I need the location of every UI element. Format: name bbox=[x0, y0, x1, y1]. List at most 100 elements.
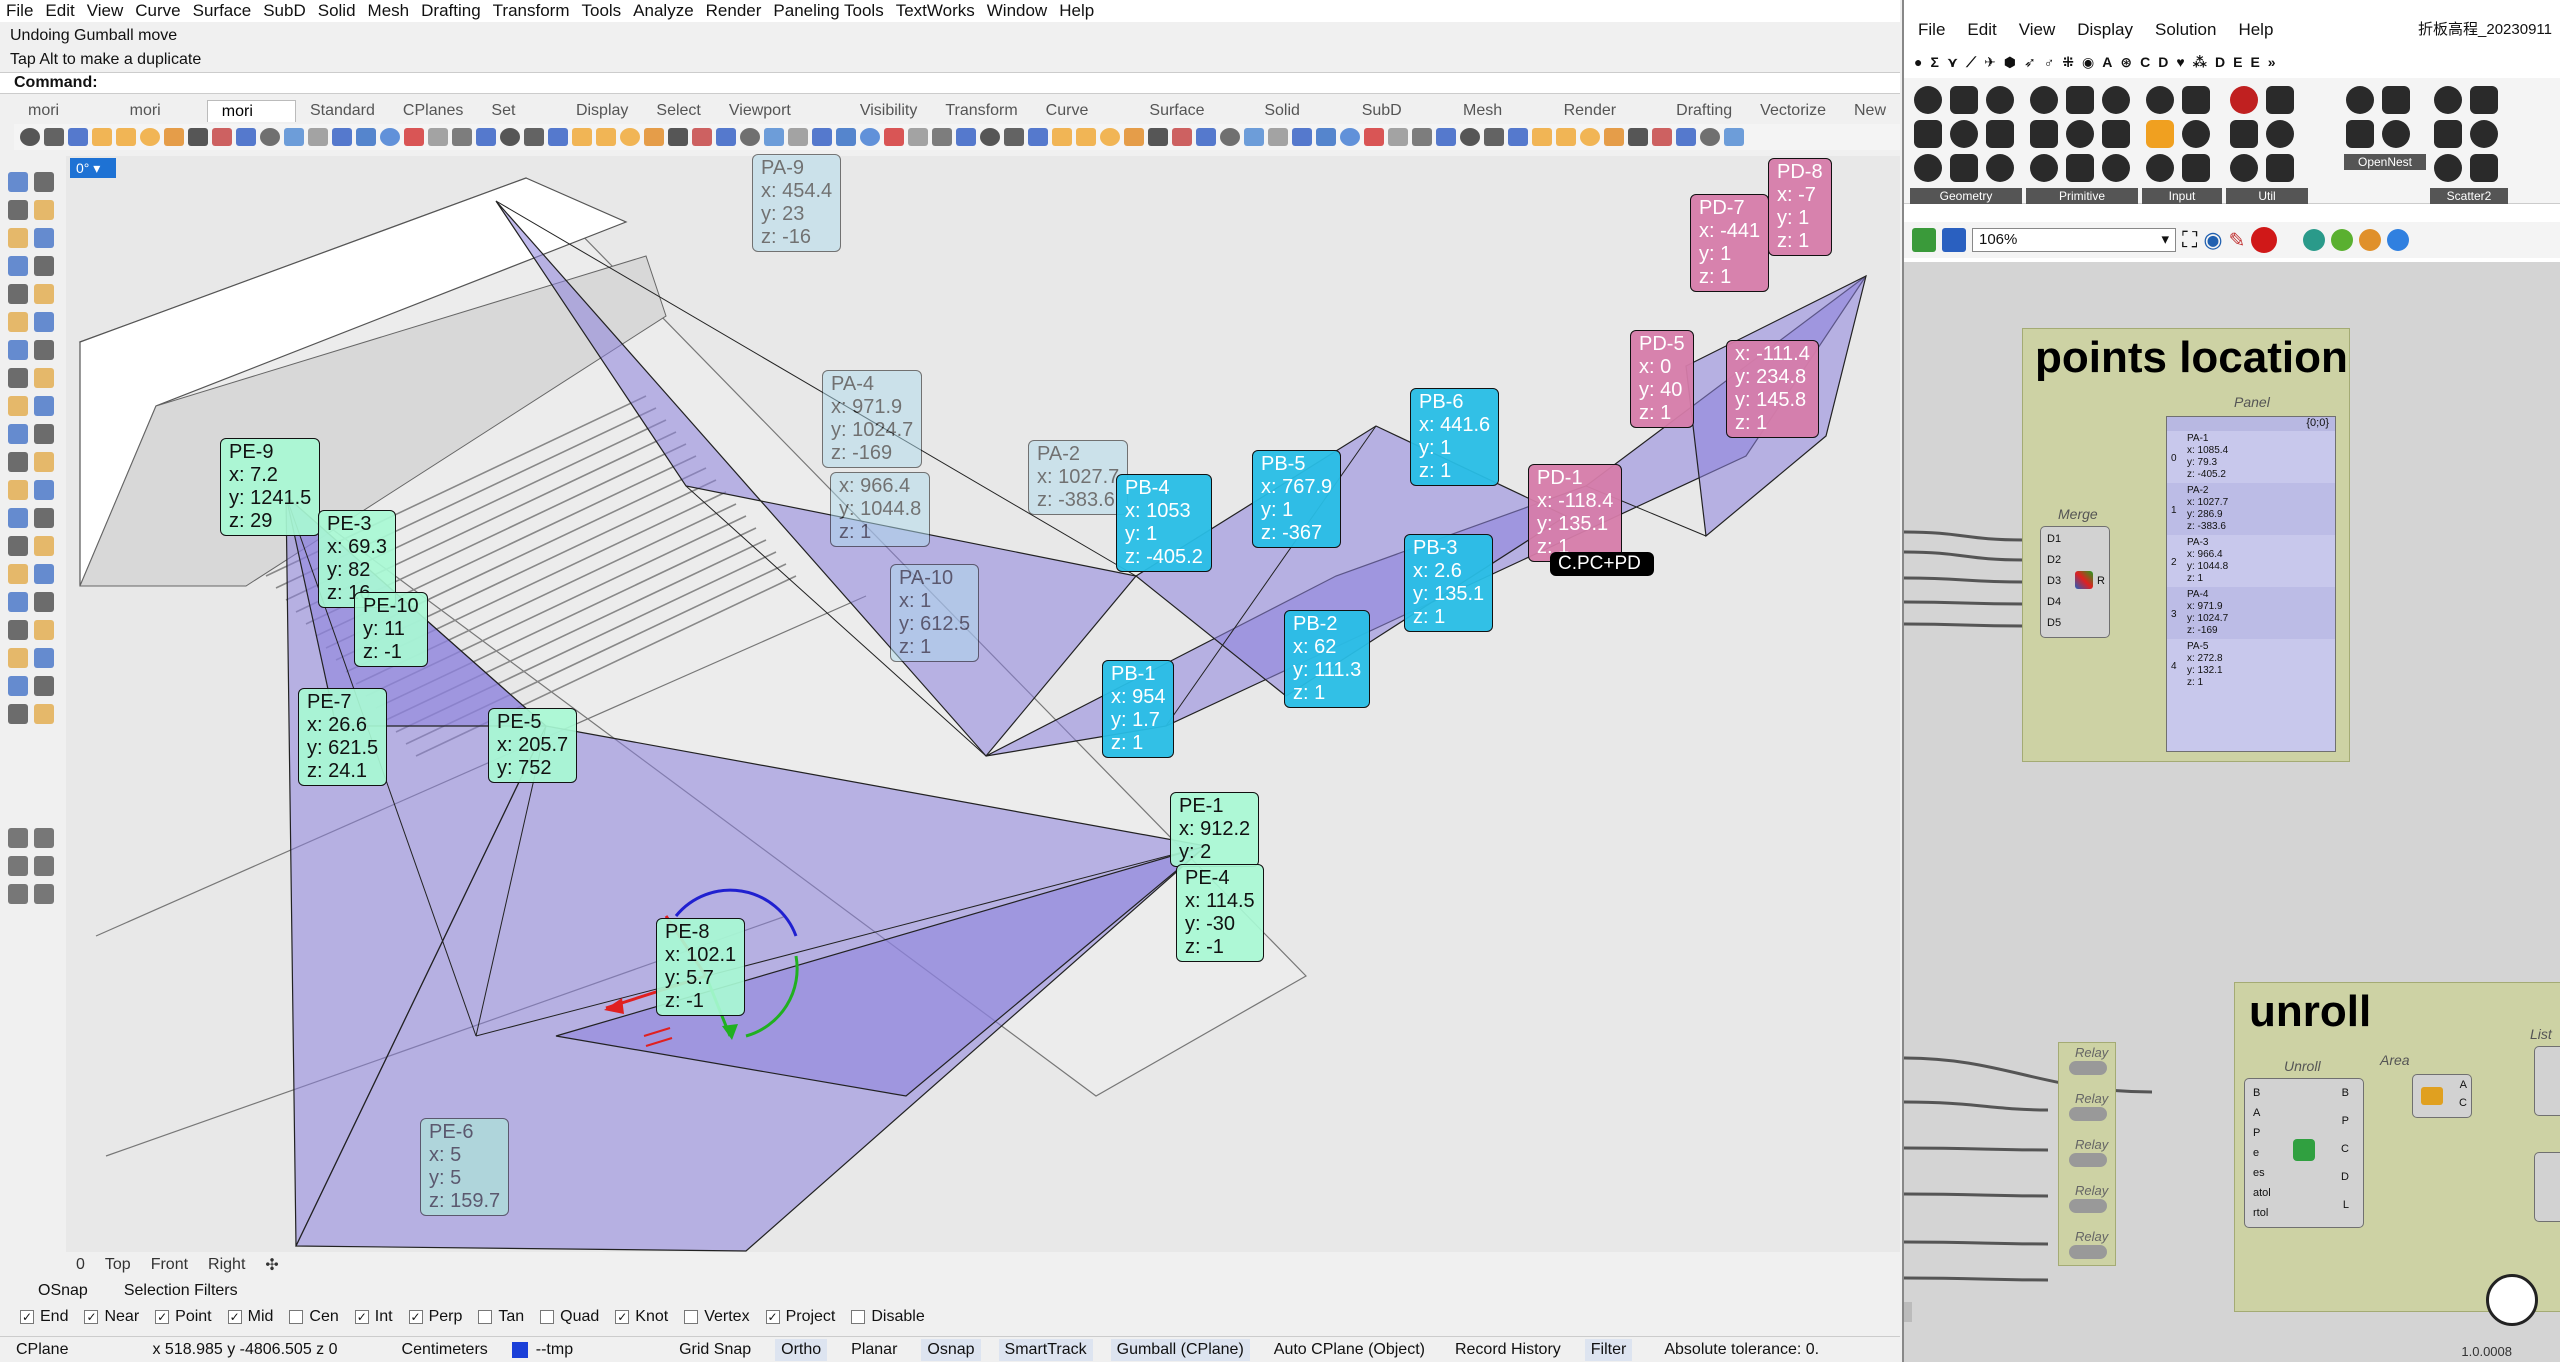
layer-swatch[interactable] bbox=[511, 1341, 528, 1358]
toolbar-tool-icon[interactable] bbox=[476, 128, 496, 146]
left-tool-icon[interactable] bbox=[8, 856, 28, 876]
unroll-input[interactable]: P bbox=[2253, 1127, 2260, 1139]
left-tool-icon[interactable] bbox=[34, 396, 54, 416]
palette-component-icon[interactable] bbox=[1914, 154, 1942, 182]
toolbar-tool-icon[interactable] bbox=[1316, 128, 1336, 146]
gh-menu-display[interactable]: Display bbox=[2077, 20, 2133, 40]
gh-menu-edit[interactable]: Edit bbox=[1967, 20, 1996, 40]
left-tool-icon[interactable] bbox=[34, 508, 54, 528]
toolbar-tool-icon[interactable] bbox=[284, 128, 304, 146]
osnap-mid[interactable]: ✓ Mid bbox=[227, 1308, 273, 1326]
palette-component-icon[interactable] bbox=[2066, 154, 2094, 182]
palette-component-icon[interactable] bbox=[2102, 86, 2130, 114]
toolbar-tool-icon[interactable] bbox=[404, 128, 424, 146]
palette-component-icon[interactable] bbox=[1986, 86, 2014, 114]
toolbar-tool-icon[interactable] bbox=[1556, 128, 1576, 146]
merge-input-d4[interactable]: D4 bbox=[2047, 596, 2061, 608]
preview-eye-icon[interactable]: ◉ bbox=[2203, 227, 2222, 253]
toolbar-tool-icon[interactable] bbox=[1196, 128, 1216, 146]
gh-category-tab[interactable]: ✈ bbox=[1984, 54, 1996, 71]
palette-component-icon[interactable] bbox=[2434, 154, 2462, 182]
point-label-pd[interactable]: PD-7 x: -441 y: 1 z: 1 bbox=[1690, 194, 1770, 292]
toolbar-tool-icon[interactable] bbox=[1724, 128, 1744, 146]
left-tool-icon[interactable] bbox=[8, 228, 28, 248]
left-tool-icon[interactable] bbox=[8, 256, 28, 276]
left-tool-icon[interactable] bbox=[8, 424, 28, 444]
gh-category-tab[interactable]: ♂ bbox=[2044, 54, 2055, 70]
palette-component-icon[interactable] bbox=[2470, 154, 2498, 182]
toolbar-tool-icon[interactable] bbox=[1244, 128, 1264, 146]
toolbar-tool-icon[interactable] bbox=[452, 128, 472, 146]
unroll-output[interactable]: P bbox=[2342, 1115, 2349, 1127]
left-tool-icon[interactable] bbox=[34, 620, 54, 640]
palette-component-icon[interactable] bbox=[2102, 154, 2130, 182]
toolbar-tool-icon[interactable] bbox=[1436, 128, 1456, 146]
palette-component-icon[interactable] bbox=[2230, 86, 2258, 114]
left-tool-icon[interactable] bbox=[34, 536, 54, 556]
osnap-near[interactable]: ✓ Near bbox=[84, 1308, 139, 1326]
left-tool-icon[interactable] bbox=[34, 368, 54, 388]
menu-help[interactable]: Help bbox=[1059, 1, 1094, 21]
point-label-pb[interactable]: PB-3 x: 2.6 y: 135.1 z: 1 bbox=[1404, 534, 1494, 632]
osnap-vertex[interactable]: Vertex bbox=[684, 1308, 750, 1326]
merge-component[interactable]: D1 D2 D3 D4 D5 R bbox=[2040, 526, 2110, 638]
palette-component-icon[interactable] bbox=[2470, 120, 2498, 148]
osnap-knot[interactable]: ✓ Knot bbox=[615, 1308, 668, 1326]
toolbar-tool-icon[interactable] bbox=[1652, 128, 1672, 146]
gh-menu-file[interactable]: File bbox=[1918, 20, 1945, 40]
point-label-pa[interactable]: PA-2 x: 1027.7 z: -383.6 bbox=[1028, 440, 1129, 515]
toolbar-tool-icon[interactable] bbox=[188, 128, 208, 146]
toolbar-tool-icon[interactable] bbox=[572, 128, 592, 146]
layer-name[interactable]: --tmp bbox=[536, 1341, 573, 1359]
toolbar-tool-icon[interactable] bbox=[716, 128, 736, 146]
point-label-pa[interactable]: PA-4 x: 971.9 y: 1024.7 z: -169 bbox=[822, 370, 923, 468]
toolbar-tool-icon[interactable] bbox=[956, 128, 976, 146]
palette-component-icon[interactable] bbox=[2182, 86, 2210, 114]
unroll-output[interactable]: L bbox=[2343, 1199, 2349, 1211]
left-tool-icon[interactable] bbox=[8, 676, 28, 696]
gh-menu-help[interactable]: Help bbox=[2238, 20, 2273, 40]
tab-cplanes[interactable]: CPlanes bbox=[389, 100, 477, 122]
left-tool-icon[interactable] bbox=[8, 480, 28, 500]
osnap-checkbox[interactable]: ✓ bbox=[227, 1310, 242, 1324]
osnap-disable[interactable]: Disable bbox=[851, 1308, 925, 1326]
palette-component-icon[interactable] bbox=[2266, 120, 2294, 148]
toolbar-tool-icon[interactable] bbox=[1676, 128, 1696, 146]
toolbar-tool-icon[interactable] bbox=[620, 128, 640, 146]
gh-category-tab[interactable]: C bbox=[2140, 54, 2150, 70]
gh-category-tab[interactable]: E bbox=[2250, 54, 2259, 70]
left-tool-icon[interactable] bbox=[34, 828, 54, 848]
view-tab-2[interactable]: Front bbox=[141, 1256, 198, 1274]
points-panel[interactable]: {0;0} 0 PA-1 x: 1085.4 y: 79.3 z: -405.2 1 PA-… bbox=[2166, 416, 2336, 752]
area-output[interactable]: A bbox=[2460, 1079, 2467, 1091]
left-tool-icon[interactable] bbox=[34, 564, 54, 584]
tab-display[interactable]: Display bbox=[562, 100, 642, 122]
tab-mori-pick[interactable]: mori Pick bbox=[206, 100, 296, 142]
menu-curve[interactable]: Curve bbox=[135, 1, 180, 21]
toolbar-tool-icon[interactable] bbox=[260, 128, 280, 146]
palette-component-icon[interactable] bbox=[2066, 120, 2094, 148]
palette-component-icon[interactable] bbox=[2434, 120, 2462, 148]
view-tab-0[interactable]: 0 bbox=[66, 1256, 95, 1274]
osnap-point[interactable]: ✓ Point bbox=[155, 1308, 212, 1326]
toolbar-tool-icon[interactable] bbox=[20, 128, 40, 146]
toolbar-tool-icon[interactable] bbox=[1364, 128, 1384, 146]
point-label-pb[interactable]: PB-6 x: 441.6 y: 1 z: 1 bbox=[1410, 388, 1500, 486]
bake-icon[interactable] bbox=[2251, 227, 2278, 253]
osnap-project[interactable]: ✓ Project bbox=[765, 1308, 835, 1326]
toolbar-tool-icon[interactable] bbox=[1580, 128, 1600, 146]
toolbar-tool-icon[interactable] bbox=[212, 128, 232, 146]
status-toggle-osnap[interactable]: Osnap bbox=[921, 1338, 981, 1361]
osnap-tab-0[interactable]: OSnap bbox=[20, 1282, 106, 1302]
tab-select[interactable]: Select bbox=[642, 100, 714, 122]
toolbar-tool-icon[interactable] bbox=[500, 128, 520, 146]
toolbar-tool-icon[interactable] bbox=[68, 128, 88, 146]
gh-category-tab[interactable]: ⟋ bbox=[1966, 54, 1976, 71]
left-tool-icon[interactable] bbox=[8, 620, 28, 640]
left-tool-icon[interactable] bbox=[8, 340, 28, 360]
relay-node[interactable] bbox=[2069, 1061, 2107, 1075]
point-label-pe[interactable]: PE-10 y: 11 z: -1 bbox=[354, 592, 428, 667]
palette-component-icon[interactable] bbox=[2434, 86, 2462, 114]
point-label-pe[interactable]: PE-7 x: 26.6 y: 621.5 z: 24.1 bbox=[298, 688, 388, 786]
point-label-pd[interactable]: PD-1 x: -118.4 y: 135.1 z: 1 bbox=[1528, 464, 1623, 562]
